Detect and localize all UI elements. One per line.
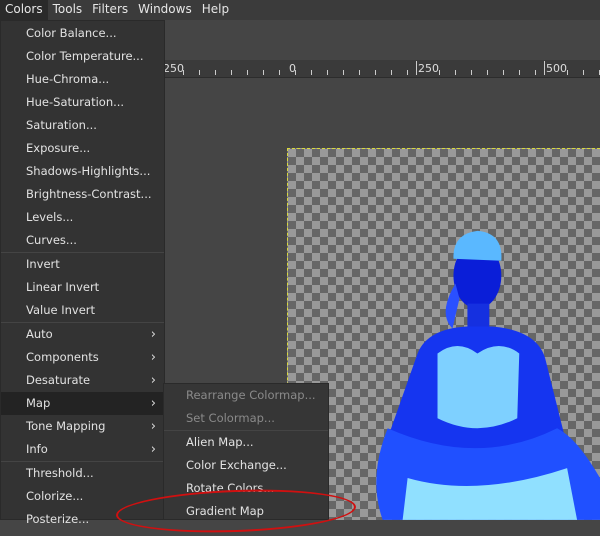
menu-filters[interactable]: Filters: [87, 0, 133, 20]
ruler-tick: [231, 70, 232, 75]
menu-item-colorize[interactable]: Colorize...: [1, 485, 164, 508]
ruler-tick: [535, 70, 536, 75]
ruler-tick: [311, 70, 312, 75]
ruler-tick: [247, 70, 248, 75]
menu-item-set-colormap: Set Colormap...: [186, 411, 275, 425]
menu-help[interactable]: Help: [197, 0, 234, 20]
ruler-tick: [519, 70, 520, 75]
menu-item-map[interactable]: Map ›: [1, 392, 164, 415]
ruler-tick: [487, 70, 488, 75]
ruler-tick: [183, 70, 184, 75]
menu-item-levels[interactable]: Levels...: [1, 206, 164, 229]
menu-item-value-invert[interactable]: Value Invert: [1, 299, 164, 322]
ruler-tick: [215, 70, 216, 75]
menu-item-hue-saturation[interactable]: Hue-Saturation...: [1, 91, 164, 114]
ruler-tick: [263, 70, 264, 75]
ruler-tick: [391, 70, 392, 75]
colors-menu: Color Balance... Color Temperature... Hu…: [0, 20, 165, 526]
menu-item-brightness-contrast[interactable]: Brightness-Contrast...: [1, 183, 164, 206]
ruler-tick: [544, 61, 545, 75]
menu-item-desaturate[interactable]: Desaturate ›: [1, 369, 164, 392]
menu-item-info[interactable]: Info ›: [1, 438, 164, 461]
ruler-tick: [503, 70, 504, 75]
ruler-tick: [416, 61, 417, 75]
menu-windows[interactable]: Windows: [133, 0, 197, 20]
ruler-tick: [375, 70, 376, 75]
menu-item-color-balance[interactable]: Color Balance...: [1, 22, 164, 45]
ruler-tick: [199, 70, 200, 75]
ruler-label: 500: [546, 62, 567, 75]
menu-item-label: Map: [26, 396, 51, 410]
menu-item-label: Components: [26, 350, 99, 364]
chevron-right-icon: ›: [150, 396, 156, 411]
menu-item-components[interactable]: Components ›: [1, 346, 164, 369]
ruler-tick: [327, 70, 328, 75]
ruler-tick: [455, 70, 456, 75]
menu-item-invert[interactable]: Invert: [1, 253, 164, 276]
chevron-right-icon: ›: [150, 350, 156, 365]
ruler-label: 250: [163, 62, 184, 75]
menu-item-shadows-highlights[interactable]: Shadows-Highlights...: [1, 160, 164, 183]
menu-item-label: Info: [26, 442, 48, 456]
menu-item-color-temperature[interactable]: Color Temperature...: [1, 45, 164, 68]
chevron-right-icon: ›: [150, 419, 156, 434]
ruler-tick: [279, 70, 280, 75]
ruler-tick: [583, 70, 584, 75]
chevron-right-icon: ›: [150, 373, 156, 388]
menu-item-tone-mapping[interactable]: Tone Mapping ›: [1, 415, 164, 438]
menu-colors[interactable]: Colors: [0, 0, 48, 20]
chevron-right-icon: ›: [150, 327, 156, 342]
menu-item-rotate-colors[interactable]: Rotate Colors...: [164, 477, 328, 500]
menu-item-rearrange-colormap: Rearrange Colormap...: [186, 388, 316, 402]
horizontal-ruler: 250 0 250 500: [163, 60, 600, 78]
menu-tools[interactable]: Tools: [48, 0, 88, 20]
menu-item-auto[interactable]: Auto ›: [1, 323, 164, 346]
image-canvas[interactable]: [287, 148, 600, 520]
ruler-label: 250: [418, 62, 439, 75]
chevron-right-icon: ›: [150, 442, 156, 457]
ruler-tick: [439, 70, 440, 75]
menu-item-saturation[interactable]: Saturation...: [1, 114, 164, 137]
menu-item-label: Auto: [26, 327, 53, 341]
ruler-tick: [359, 70, 360, 75]
ruler-tick: [295, 70, 296, 75]
ruler-tick: [567, 70, 568, 75]
menu-item-threshold[interactable]: Threshold...: [1, 462, 164, 485]
menu-item-color-exchange[interactable]: Color Exchange...: [164, 454, 328, 477]
menu-item-exposure[interactable]: Exposure...: [1, 137, 164, 160]
ruler-tick: [471, 70, 472, 75]
menu-item-alien-map[interactable]: Alien Map...: [164, 431, 328, 454]
ruler-tick: [407, 70, 408, 75]
inverted-yoga-figure: [376, 230, 600, 520]
map-submenu: Rearrange Colormap... Set Colormap... Al…: [163, 383, 329, 520]
menu-item-curves[interactable]: Curves...: [1, 229, 164, 252]
menu-item-label: Desaturate: [26, 373, 91, 387]
ruler-tick: [343, 70, 344, 75]
menu-item-label: Tone Mapping: [26, 419, 106, 433]
menu-bar: Colors Tools Filters Windows Help: [0, 0, 600, 20]
menu-item-linear-invert[interactable]: Linear Invert: [1, 276, 164, 299]
menu-item-hue-chroma[interactable]: Hue-Chroma...: [1, 68, 164, 91]
